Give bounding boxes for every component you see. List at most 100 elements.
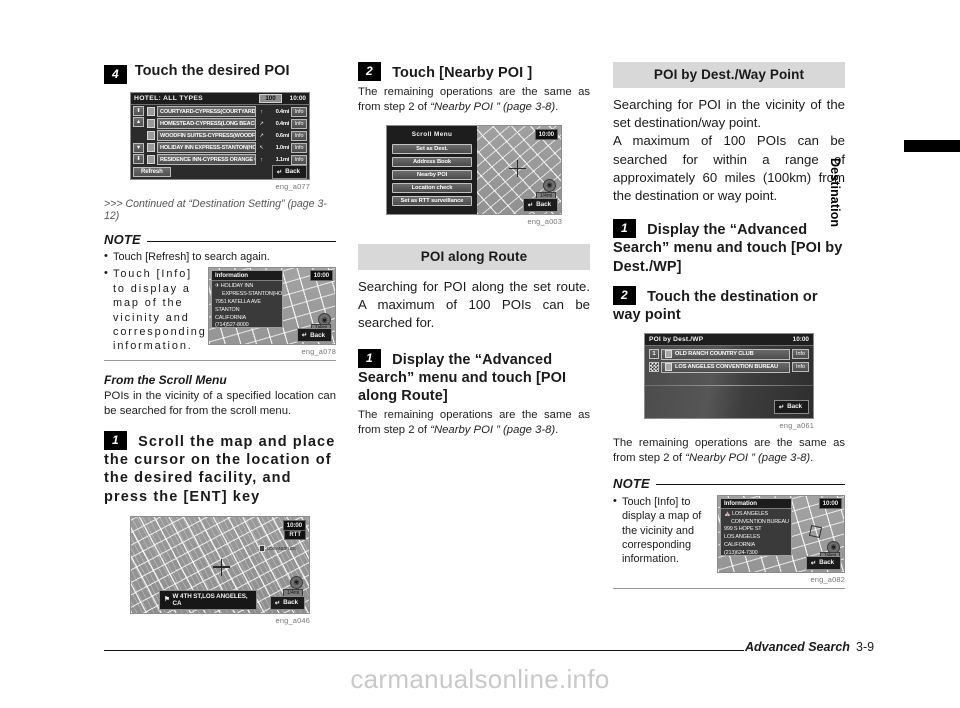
address-text: W 4TH ST,LOS ANGELES, CA [172, 592, 248, 607]
back-button-label: Back [787, 403, 802, 411]
information-panel-body: ⛪ LOS ANGELES CONVENTION BUREAU 999 S HO… [721, 509, 791, 556]
poi-info-button[interactable]: Info [291, 106, 307, 117]
note-rule [146, 240, 336, 242]
return-arrow-icon: ↵ [810, 559, 817, 567]
poi-list-row[interactable]: HOMESTEAD-CYPRESS(LONG BEACH(HOM ↗ 0.4mi… [147, 118, 307, 129]
info-line: (213)624-7300 [724, 549, 758, 556]
back-button[interactable]: ↵ Back [271, 164, 307, 179]
footer-section-name: Advanced Search [745, 640, 850, 654]
step-1-reference: “Nearby POI ” (page 3-8) [430, 423, 556, 436]
map-cursor-icon [213, 558, 230, 576]
poi-info-button[interactable]: Info [291, 130, 307, 141]
figure-caption: eng_a082 [810, 574, 845, 584]
note-header: NOTE [104, 232, 336, 247]
building-icon: ⛪ [724, 510, 731, 517]
information-panel-title: Information [721, 498, 791, 509]
poi-info-button[interactable]: Info [291, 118, 307, 129]
poi-list-row[interactable]: RESIDENCE INN-CYPRESS ORANGE COUN ↑ 1.1m… [147, 154, 307, 165]
note-block-right: NOTE Touch [Info] to display a map of th… [613, 476, 845, 589]
poi-info-button[interactable]: Info [792, 349, 809, 360]
scroll-menu-map[interactable]: 10:00 ◉ 1/4mi ↵ Back [477, 125, 561, 214]
back-button[interactable]: ↵ Back [773, 399, 809, 414]
watermark: carmanualsonline.info [350, 664, 610, 694]
info-line: ⛪ LOS ANGELES [724, 510, 768, 517]
nav-screen-poi-list: HOTEL: ALL TYPES 100 10:00 ⬆ ▲ ▼ ⬇ COURT… [130, 92, 310, 180]
figure-scroll-menu: Scroll Menu Set as Dest. Address Book Ne… [358, 124, 590, 226]
back-button[interactable]: ↵ Back [296, 328, 332, 343]
map-cursor-icon [509, 159, 526, 177]
note-title: NOTE [613, 475, 650, 491]
return-arrow-icon: ↵ [527, 201, 534, 209]
return-arrow-icon: ↵ [301, 332, 308, 340]
step-1-text: Display the “Advanced Search” menu and t… [613, 222, 843, 275]
poi-list-row[interactable]: HOLIDAY INN EXPRESS-STANTON(HOLIDA ↖ 1.0… [147, 142, 307, 153]
continued-reference: >>> Continued at “Destination Setting” (… [104, 198, 327, 222]
subsection-body: POIs in the vicinity of a specified loca… [104, 390, 336, 418]
section-body-line1: Searching for POI in the vicinity of the… [613, 97, 845, 131]
nav-screen-info-map: 10:00 Information ⛪ LOS ANGELES CONVENTI… [717, 494, 845, 573]
poi-info-button[interactable]: Info [792, 362, 809, 373]
figure-caption: eng_a061 [779, 420, 814, 430]
poi-list-titlebar: HOTEL: ALL TYPES 100 10:00 [131, 93, 309, 105]
poi-list-row[interactable]: COURTYARD-CYPRESS(COURTYARD BY M ↑ 0.4mi… [147, 106, 307, 117]
step-1-text: Scroll the map and place the cursor on t… [104, 434, 336, 505]
poi-list-row[interactable]: WOODFIN SUITES-CYPRESS(WOODFIN) ↗ 0.6mi … [147, 130, 307, 141]
poi-name[interactable]: WOODFIN SUITES-CYPRESS(WOODFIN) [157, 130, 256, 141]
info-line: STANTON [215, 306, 240, 313]
poi-direction-icon: ↗ [259, 132, 264, 139]
manual-page: 4 Touch the desired POI HOTEL: ALL TYPES… [0, 0, 960, 708]
left-column: 4 Touch the desired POI HOTEL: ALL TYPES… [104, 62, 336, 625]
info-line: LOS ANGELES [724, 534, 761, 541]
info-line: (714)527-8000 [215, 322, 249, 329]
poi-marker-label: LOS ANGELES [267, 545, 296, 551]
figure-info-map-right: 10:00 Information ⛪ LOS ANGELES CONVENTI… [717, 494, 845, 584]
poi-distance: 1.0mi [275, 144, 290, 151]
poi-name[interactable]: HOLIDAY INN EXPRESS-STANTON(HOLIDA [157, 142, 256, 153]
note-title: NOTE [104, 232, 141, 247]
destination-name[interactable]: LOS ANGELES CONVENTION BUREAU [661, 361, 790, 373]
poi-info-button[interactable]: Info [291, 154, 307, 165]
refresh-button[interactable]: Refresh [133, 166, 171, 177]
map-poi-marker: LOS ANGELES [259, 544, 296, 552]
poi-info-button[interactable]: Info [291, 142, 307, 153]
menu-item-set-as-dest[interactable]: Set as Dest. [392, 143, 472, 154]
poi-distance: 0.6mi [275, 132, 290, 139]
section-body-line2: A maximum of 100 POIs can be searched fo… [613, 133, 845, 204]
poi-name[interactable]: RESIDENCE INN-CYPRESS ORANGE COUN [157, 154, 256, 165]
back-button[interactable]: ↵ Back [269, 595, 305, 610]
poi-marker-icon [259, 544, 265, 552]
step-number-1: 1 [358, 348, 381, 368]
return-arrow-icon: ↵ [778, 403, 785, 411]
compass-icon[interactable]: ◉ [543, 178, 556, 192]
menu-item-address-book[interactable]: Address Book [392, 156, 472, 167]
information-panel: Information ✈ HOLIDAY INN EXPRESS-STANTO… [211, 270, 283, 329]
poi-dest-row[interactable]: LOS ANGELES CONVENTION BUREAU Info [649, 361, 809, 373]
step-4-heading: 4 Touch the desired POI [104, 62, 336, 84]
middle-column: 2 Touch [Nearby POI ] The remaining oper… [358, 62, 590, 438]
poi-distance: 0.4mi [275, 108, 290, 115]
poi-dest-row[interactable]: 1 OLD RANCH COUNTRY CLUB Info [649, 348, 809, 360]
poi-name[interactable]: COURTYARD-CYPRESS(COURTYARD BY M [157, 106, 256, 117]
info-line: ✈ HOLIDAY INN [215, 283, 254, 290]
scroll-menu-panel: Scroll Menu Set as Dest. Address Book Ne… [387, 125, 477, 214]
back-button[interactable]: ↵ Back [805, 555, 841, 570]
poi-direction-icon: ↑ [260, 108, 263, 115]
chapter-tab-marker [904, 140, 960, 152]
step-1-body-mid: The remaining operations are the same as… [358, 408, 590, 438]
menu-item-location-check[interactable]: Location check [392, 182, 472, 193]
nav-screen-poi-by-dest: POI by Dest./WP 10:00 1 OLD RANCH COUNTR… [644, 332, 814, 419]
step-number-1: 1 [104, 431, 127, 451]
step-2-body-part2: . [555, 101, 559, 114]
menu-item-set-as-rtt-surveillance[interactable]: Set as RTT surveillance [392, 195, 472, 206]
subsection-heading: From the Scroll Menu [104, 373, 227, 388]
back-button[interactable]: ↵ Back [522, 197, 558, 212]
clock-label: 10:00 [792, 335, 809, 343]
poi-by-dest-title: POI by Dest./WP [649, 335, 704, 343]
compass-icon[interactable]: ◉ [290, 575, 303, 589]
destination-name[interactable]: OLD RANCH COUNTRY CLUB [661, 348, 790, 360]
info-line: CALIFORNIA [724, 541, 756, 548]
poi-name[interactable]: HOMESTEAD-CYPRESS(LONG BEACH(HOM [157, 118, 256, 129]
location-pin-icon: ⚑ [164, 596, 170, 604]
scroll-menu-title: Scroll Menu [411, 130, 453, 138]
menu-item-nearby-poi[interactable]: Nearby POI [392, 169, 472, 180]
